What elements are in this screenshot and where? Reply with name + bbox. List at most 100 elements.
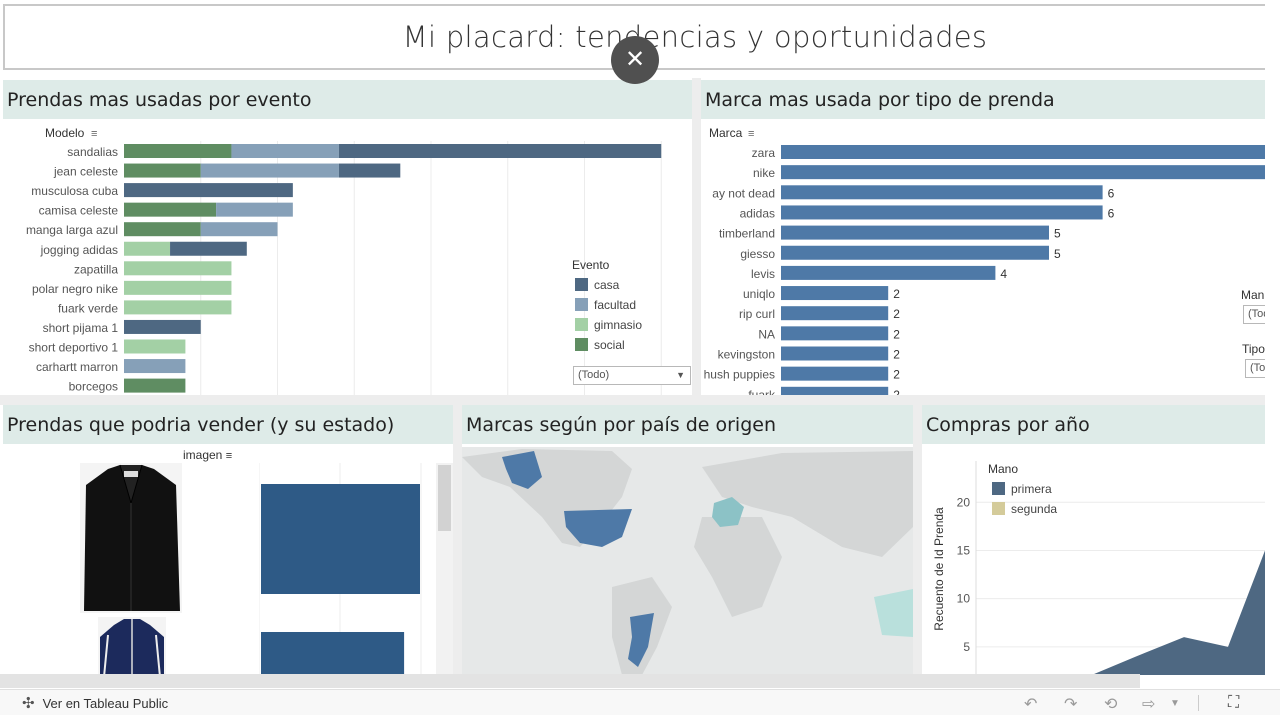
bar <box>261 632 405 675</box>
bar <box>781 165 1265 180</box>
refresh-icon[interactable]: ⇨ <box>1142 694 1155 714</box>
mano-filter-dropdown[interactable]: (Tod <box>1243 305 1267 324</box>
bar-segment <box>231 144 339 158</box>
scrollbar-thumb[interactable] <box>438 465 451 531</box>
bar-segment <box>170 241 247 256</box>
category-label: zara <box>752 146 776 160</box>
bar-segment <box>338 163 401 178</box>
panel-title-marcas-pais: Marcas según por país de origen <box>462 405 913 444</box>
legend-label: casa <box>594 278 620 292</box>
category-label: camisa celeste <box>39 204 119 218</box>
view-in-tableau-link[interactable]: ✣ Ver en Tableau Public <box>22 694 168 712</box>
category-label: fuark verde <box>58 301 118 315</box>
legend-label: social <box>594 338 625 352</box>
category-label: adidas <box>740 206 775 220</box>
bar-segment <box>338 144 662 158</box>
jacket-blue-image <box>98 617 166 675</box>
vertical-scrollbar[interactable] <box>436 463 453 675</box>
imagen-header: imagen ≡ <box>183 448 232 462</box>
map-panel[interactable] <box>462 447 913 675</box>
panel-title-marca-tipo: Marca mas usada por tipo de prenda <box>701 80 1265 119</box>
category-label: hush puppies <box>704 368 775 382</box>
chart-vender-bars <box>259 463 422 675</box>
separator <box>0 395 1265 405</box>
data-label: 6 <box>1108 186 1115 200</box>
category-label: ay not dead <box>712 186 775 200</box>
bar-segment <box>124 319 201 334</box>
bar <box>781 245 1049 260</box>
panel-title-prendas-evento: Prendas mas usadas por evento <box>3 80 692 119</box>
legend-swatch <box>992 502 1005 515</box>
legend-label: primera <box>1011 482 1052 496</box>
category-label: kevingston <box>718 348 775 362</box>
world-map[interactable] <box>462 447 913 675</box>
legend-label: facultad <box>594 298 636 312</box>
close-icon: ✕ <box>624 46 646 73</box>
page-vertical-scrollbar[interactable] <box>1265 0 1280 600</box>
bar-segment <box>124 339 186 354</box>
data-label: 5 <box>1054 247 1061 261</box>
redo-icon[interactable]: ↷ <box>1064 694 1077 714</box>
category-label: sandalias <box>67 145 118 159</box>
legend-label: gimnasio <box>594 318 642 332</box>
category-label: timberland <box>719 227 775 241</box>
category-label: carhartt marron <box>36 360 118 374</box>
y-tick-label: 20 <box>957 495 971 509</box>
evento-filter-dropdown[interactable]: (Todo) ▼ <box>573 366 691 385</box>
bar <box>781 145 1265 159</box>
bar <box>781 366 889 381</box>
legend-swatch <box>992 482 1005 495</box>
bar-segment <box>124 300 232 315</box>
bar-segment <box>216 202 293 217</box>
separator <box>913 405 922 675</box>
undo-icon[interactable]: ↶ <box>1024 694 1037 714</box>
data-label: 2 <box>893 348 900 362</box>
legend-swatch <box>575 338 588 351</box>
bar-segment <box>124 144 232 158</box>
category-label: polar negro nike <box>32 282 118 296</box>
data-label: 5 <box>1054 227 1061 241</box>
horizontal-scrollbar[interactable] <box>0 674 1140 688</box>
category-label: jogging adidas <box>40 243 118 257</box>
filter-value: (Todo) <box>578 369 610 381</box>
category-label: zapatilla <box>74 262 118 276</box>
sort-icon: ≡ <box>91 128 97 140</box>
bar-segment <box>124 261 232 276</box>
legend-swatch <box>575 318 588 331</box>
area-primera <box>1091 550 1265 675</box>
panel-title-compras-anio: Compras por año <box>922 405 1265 444</box>
category-label: rip curl <box>739 307 775 321</box>
category-label: giesso <box>740 247 775 261</box>
category-label: short deportivo 1 <box>29 341 119 355</box>
bar-segment <box>124 280 232 295</box>
legend-swatch <box>575 298 588 311</box>
jacket-black-image <box>80 463 182 613</box>
bar <box>781 286 889 301</box>
fullscreen-icon[interactable]: ⛶ <box>1228 694 1239 712</box>
bar-segment <box>124 359 186 374</box>
bar-segment <box>124 163 201 178</box>
category-label: nike <box>753 166 775 180</box>
bar-segment <box>124 202 217 217</box>
bar-segment <box>124 222 201 237</box>
data-label: 2 <box>893 327 900 341</box>
chevron-down-icon[interactable]: ▼ <box>1170 698 1180 709</box>
dimension-label: Marca <box>709 126 743 140</box>
bar-segment <box>124 378 186 393</box>
data-label: 2 <box>893 287 900 301</box>
tipo-filter-label: Tipo <box>1242 342 1265 356</box>
separator <box>692 78 701 395</box>
chevron-down-icon: ▼ <box>676 370 685 380</box>
close-button[interactable]: ✕ <box>611 36 659 84</box>
bar <box>781 265 996 280</box>
bar <box>781 326 889 341</box>
bar-segment <box>124 241 171 256</box>
tipo-filter-dropdown[interactable]: (Tod <box>1245 359 1267 378</box>
data-label: 2 <box>893 388 900 395</box>
chart-compras-por-anio: 20 15 10 5 Recuento de Id Prenda Mano primera s… <box>932 461 1265 675</box>
data-label: 2 <box>893 307 900 321</box>
bar-segment <box>124 183 293 198</box>
revert-icon[interactable]: ⟲ <box>1104 694 1117 714</box>
y-tick-label: 10 <box>957 592 971 606</box>
data-label: 4 <box>1000 267 1007 281</box>
